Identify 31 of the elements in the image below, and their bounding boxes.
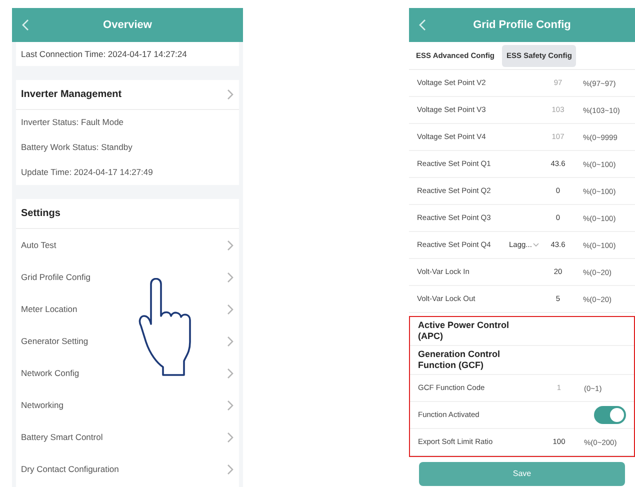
chevron-right-icon: [227, 432, 234, 442]
chevron-right-icon: [227, 368, 234, 378]
settings-item[interactable]: Battery Smart Control: [16, 421, 239, 453]
settings-item[interactable]: Network Config: [16, 357, 239, 389]
status-text: Battery Work Status: Standby: [21, 141, 132, 154]
chevron-right-icon: [227, 240, 234, 250]
section-heading: Active Power Control (APC): [418, 320, 510, 342]
settings-item[interactable]: Networking: [16, 389, 239, 421]
settings-item[interactable]: Generator Setting: [16, 325, 239, 357]
settings-item[interactable]: Auto Test: [16, 229, 239, 261]
chevron-right-icon: [227, 89, 234, 100]
chevron-right-icon: [227, 272, 234, 282]
settings-item[interactable]: Dry Contact Configuration: [16, 453, 239, 485]
screen-title: Overview: [102, 18, 153, 33]
last-connection-text: Last Connection Time: 2024-04-17 14:27:24: [21, 48, 187, 60]
caret-icon: [532, 243, 539, 247]
status-text: Update Time: 2024-04-17 14:27:49: [21, 166, 153, 179]
chevron-right-icon: [227, 400, 234, 410]
settings-heading: Settings: [21, 207, 60, 221]
settings-item[interactable]: Grid Profile Config: [16, 261, 239, 293]
section-heading: Generation Control Function (GCF): [418, 349, 502, 371]
back-icon[interactable]: [419, 19, 426, 31]
chevron-right-icon: [227, 464, 234, 474]
status-text: Inverter Status: Fault Mode: [21, 116, 124, 129]
screen-title: Grid Profile Config: [472, 18, 572, 33]
toggle-switch[interactable]: [594, 406, 626, 424]
back-icon[interactable]: [22, 19, 29, 31]
chevron-right-icon: [227, 336, 234, 346]
inverter-management-row[interactable]: Inverter Management: [16, 80, 239, 110]
settings-item[interactable]: Meter Location: [16, 293, 239, 325]
chevron-right-icon: [227, 304, 234, 314]
